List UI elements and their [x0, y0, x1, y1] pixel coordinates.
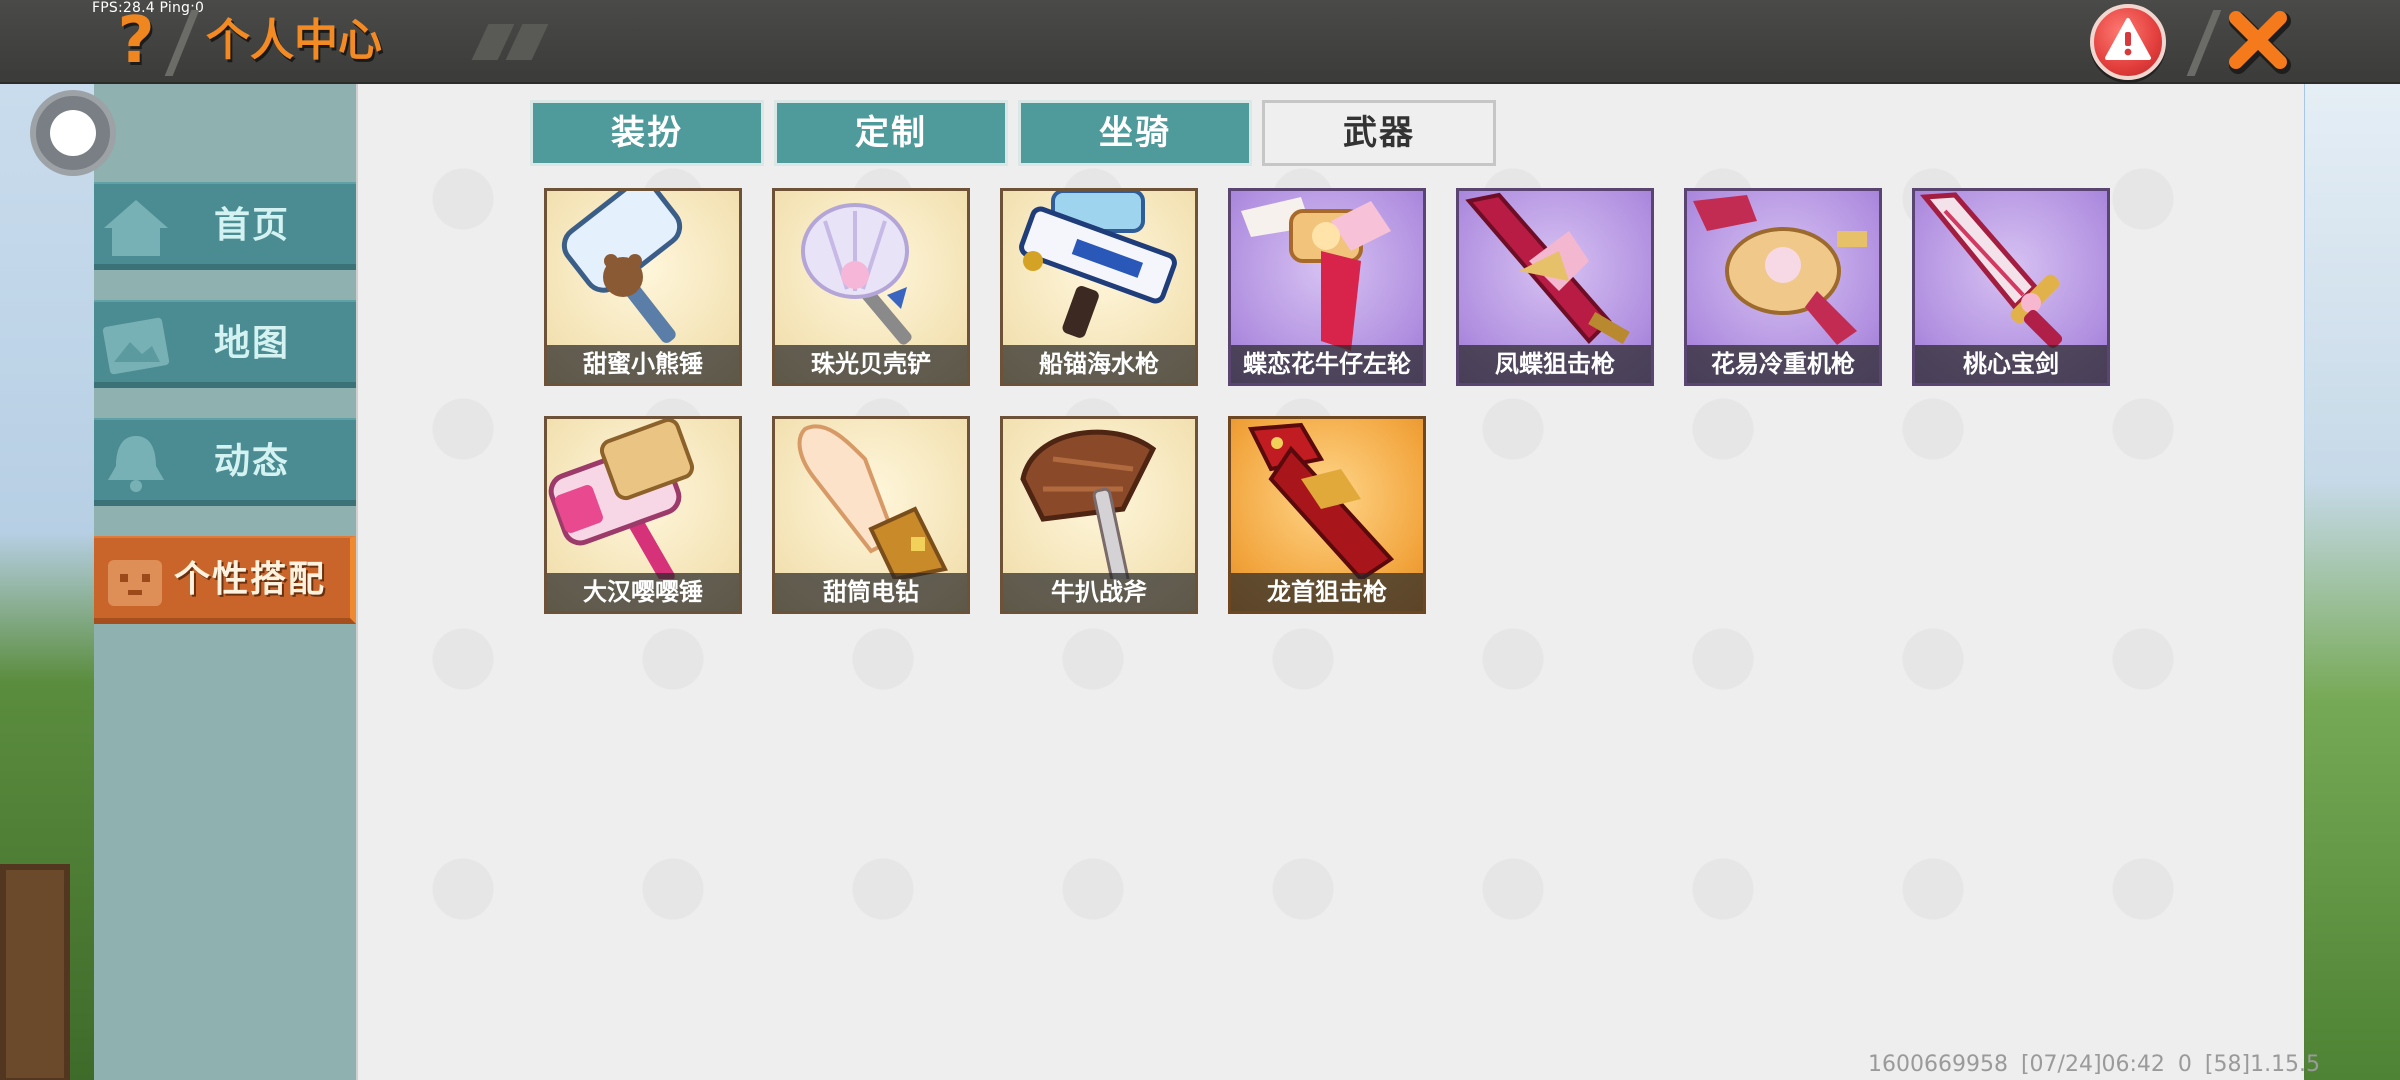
top-bar: FPS:28.4 Ping:0 ? 个人中心: [0, 0, 2400, 84]
mallet-icon: [548, 419, 695, 579]
sidebar-item-label: 个性搭配: [174, 559, 327, 600]
warning-icon: [2105, 18, 2151, 60]
weapon-name: 牛扒战斧: [1003, 573, 1195, 611]
dirt-block: [0, 864, 70, 1080]
weapon-item[interactable]: 大汉嘤嘤锤: [544, 416, 742, 614]
shell-shovel-icon: [801, 203, 912, 345]
tab-custom[interactable]: 定制: [774, 100, 1008, 166]
weapon-name: 凤蝶狙击枪: [1459, 345, 1651, 383]
floating-assist-button[interactable]: [30, 90, 116, 176]
steak-axe-icon: [1020, 429, 1157, 579]
weapon-item[interactable]: 桃心宝剑: [1912, 188, 2110, 386]
tab-mount[interactable]: 坐骑: [1018, 100, 1252, 166]
weapon-item[interactable]: 花易冷重机枪: [1684, 188, 1882, 386]
weapon-item[interactable]: 船锚海水枪: [1000, 188, 1198, 386]
weapon-name: 船锚海水枪: [1003, 345, 1195, 383]
sidebar-item-home[interactable]: 首页: [94, 182, 356, 270]
weapon-item[interactable]: 甜筒电钻: [772, 416, 970, 614]
weapon-name: 龙首狙击枪: [1231, 573, 1423, 611]
weapon-name: 桃心宝剑: [1915, 345, 2107, 383]
sidebar: 首页 地图 动态 个性搭配: [94, 84, 356, 1080]
weapon-item[interactable]: 凤蝶狙击枪: [1456, 188, 1654, 386]
title-decoration: [470, 24, 550, 60]
water-gun-icon: [1019, 191, 1177, 338]
weapon-item[interactable]: 龙首狙击枪: [1228, 416, 1426, 614]
divider: [2186, 10, 2222, 76]
weapon-name: 珠光贝壳铲: [775, 345, 967, 383]
main-panel: 装扮 定制 坐骑 武器 甜蜜小熊锤 珠光贝壳铲 船锚海水枪 蝶恋花牛仔左轮 凤蝶…: [356, 84, 2304, 1080]
weapon-item[interactable]: 甜蜜小熊锤: [544, 188, 742, 386]
hammer-icon: [561, 191, 683, 343]
sidebar-item-activity[interactable]: 动态: [94, 418, 356, 506]
revolver-icon: [1241, 197, 1391, 351]
weapon-item[interactable]: 珠光贝壳铲: [772, 188, 970, 386]
sidebar-item-personal-style[interactable]: 个性搭配: [94, 536, 356, 624]
avatar-icon: [108, 560, 162, 606]
bell-icon: [108, 436, 164, 492]
sidebar-item-label: 动态: [214, 441, 291, 482]
sniper-rifle-icon: [1465, 192, 1630, 345]
tab-weapon[interactable]: 武器: [1262, 100, 1496, 166]
tab-outfit[interactable]: 装扮: [530, 100, 764, 166]
map-icon: [102, 317, 170, 375]
sidebar-item-label: 首页: [214, 205, 291, 246]
sword-icon: [1919, 192, 2063, 349]
machine-gun-icon: [1693, 195, 1867, 345]
weapon-name: 蝶恋花牛仔左轮: [1231, 345, 1423, 383]
sidebar-item-map[interactable]: 地图: [94, 300, 356, 388]
weapon-name: 甜筒电钻: [775, 573, 967, 611]
sidebar-item-label: 地图: [214, 323, 291, 364]
build-info: 1600669958 [07/24]06:42 0 [58]1.15.5: [1868, 1052, 2321, 1077]
weapon-name: 甜蜜小熊锤: [547, 345, 739, 383]
help-icon[interactable]: ?: [112, 8, 160, 74]
ice-cream-drill-icon: [797, 424, 948, 579]
close-button[interactable]: [2222, 4, 2294, 76]
page-title: 个人中心: [206, 15, 382, 66]
home-icon: [104, 200, 168, 256]
divider: [164, 10, 200, 76]
report-warning-button[interactable]: [2090, 4, 2166, 80]
close-icon: [2229, 11, 2291, 74]
game-background-left: [0, 84, 94, 1080]
game-background-right: [2305, 84, 2400, 1080]
weapon-item[interactable]: 牛扒战斧: [1000, 416, 1198, 614]
dragon-sniper-icon: [1247, 422, 1395, 579]
weapon-name: 大汉嘤嘤锤: [547, 573, 739, 611]
weapon-name: 花易冷重机枪: [1687, 345, 1879, 383]
weapon-item[interactable]: 蝶恋花牛仔左轮: [1228, 188, 1426, 386]
